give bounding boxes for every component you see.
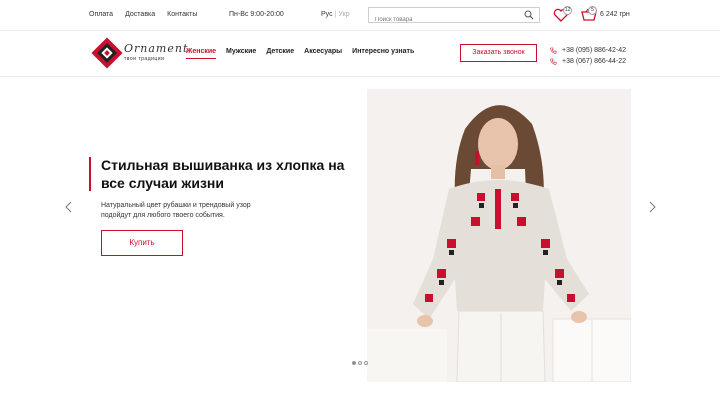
phone-row[interactable]: +38 (067) 866-44-22 [550,56,626,67]
callback-button[interactable]: Заказать звонок [460,44,537,62]
hero-photo [367,89,631,382]
top-link-payment[interactable]: Оплата [89,11,113,18]
search-box [368,7,540,27]
phone-icon [550,58,557,65]
main-header: Ornament твои традиции Женские Мужские Д… [0,31,720,77]
slider-dot[interactable] [364,361,368,365]
nav-men[interactable]: Мужские [226,48,256,59]
lang-ru[interactable]: Рус [321,11,333,18]
phone-icon [550,47,557,54]
top-bar: Оплата Доставка Контакты Пн-Вс 9:00-20:0… [0,0,720,31]
hero-accent-bar [89,157,91,191]
arrow-left-icon[interactable] [63,201,75,213]
search-input[interactable] [369,13,519,27]
hero-text: Натуральный цвет рубашки и трендовый узо… [101,202,251,219]
hero-title: Стильная вышиванка из хлопка на все случ… [101,157,345,191]
nav-interesting[interactable]: Интересно узнать [352,48,414,59]
lang-separator: | [334,11,337,18]
phone-number: +38 (095) 886-42-42 [562,47,627,54]
arrow-right-icon[interactable] [646,201,658,213]
phones: +38 (095) 886-42-42 +38 (067) 866-44-22 [550,45,626,67]
slider-dot[interactable] [352,361,356,365]
top-links: Оплата Доставка Контакты [89,11,197,18]
logo-tagline: твои традиции [124,56,165,62]
phone-row[interactable]: +38 (095) 886-42-42 [550,45,626,56]
buy-button[interactable]: Купить [101,230,183,256]
cart-total[interactable]: 6 242 грн [600,11,630,18]
logo-name: Ornament [124,42,189,55]
nav-kids[interactable]: Детские [266,48,294,59]
nav-accessories[interactable]: Аксесуары [304,48,342,59]
logo-text[interactable]: Ornament твои традиции [124,42,188,62]
main-nav: Женские Мужские Детские Аксесуары Интере… [186,48,414,59]
top-link-contacts[interactable]: Контакты [167,11,197,18]
phone-number: +38 (067) 866-44-22 [562,58,627,65]
logo-icon[interactable] [91,37,123,69]
lang-ua[interactable]: Укр [338,11,349,18]
cart-count-badge: 5 [588,6,597,15]
nav-women[interactable]: Женские [186,48,217,59]
slider-dot[interactable] [358,361,362,365]
slider-dots [352,361,368,365]
language-switcher: Рус | Укр [321,11,350,18]
wishlist-count-badge: 12 [563,6,572,15]
search-icon[interactable] [524,10,534,20]
working-hours: Пн-Вс 9:00-20:00 [229,11,284,18]
top-link-delivery[interactable]: Доставка [125,11,155,18]
